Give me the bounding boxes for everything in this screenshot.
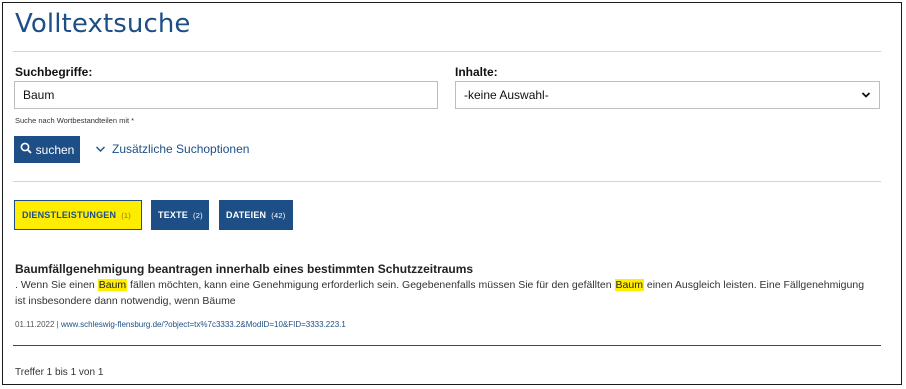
tab-label: DIENSTLEISTUNGEN [22, 210, 117, 220]
snippet-text: . Wenn Sie einen [15, 279, 98, 291]
tab-count: (1) [121, 210, 131, 220]
content-type-label: Inhalte: [455, 65, 498, 79]
chevron-down-icon [95, 142, 106, 156]
search-terms-label: Suchbegriffe: [15, 65, 93, 79]
result-title[interactable]: Baumfällgenehmigung beantragen innerhalb… [15, 262, 473, 276]
wildcard-hint: Suche nach Wortbestandteilen mit * [15, 116, 135, 125]
tab-count: (42) [271, 210, 286, 220]
content-type-selected: -keine Auswahl- [464, 88, 549, 102]
search-highlight: Baum [614, 279, 644, 291]
results-divider [13, 345, 881, 346]
tab-label: TEXTE [158, 210, 189, 220]
tab-files[interactable]: DATEIEN (42) [219, 200, 293, 230]
chevron-down-icon [861, 88, 871, 102]
search-page: Volltextsuche Suchbegriffe: Inhalte: -ke… [2, 2, 902, 385]
additional-options-label: Zusätzliche Suchoptionen [112, 142, 250, 156]
tab-texts[interactable]: TEXTE (2) [151, 200, 209, 230]
search-button-label: suchen [35, 142, 75, 157]
content-type-select[interactable]: -keine Auswahl- [455, 81, 880, 109]
tab-label: DATEIEN [226, 210, 267, 220]
hit-count: Treffer 1 bis 1 von 1 [15, 367, 104, 378]
result-date: 01.11.2022 [15, 320, 55, 329]
search-highlight: Baum [97, 279, 128, 291]
tab-services[interactable]: DIENSTLEISTUNGEN (1) [14, 200, 142, 230]
additional-options-toggle[interactable]: Zusätzliche Suchoptionen [95, 142, 249, 156]
title-divider [13, 51, 881, 52]
search-icon [20, 142, 32, 157]
section-divider [13, 181, 881, 182]
result-meta: 01.11.2022 | www.schleswig-flensburg.de/… [15, 320, 346, 329]
search-button[interactable]: suchen [14, 136, 80, 163]
search-input[interactable] [14, 81, 438, 109]
result-snippet: . Wenn Sie einen Baum fällen möchten, ka… [15, 278, 875, 309]
result-url-link[interactable]: www.schleswig-flensburg.de/?object=tx%7c… [61, 320, 346, 329]
page-title: Volltextsuche [15, 9, 191, 39]
snippet-text: fällen möchten, kann eine Genehmigung er… [127, 279, 615, 291]
tab-count: (2) [193, 210, 203, 220]
